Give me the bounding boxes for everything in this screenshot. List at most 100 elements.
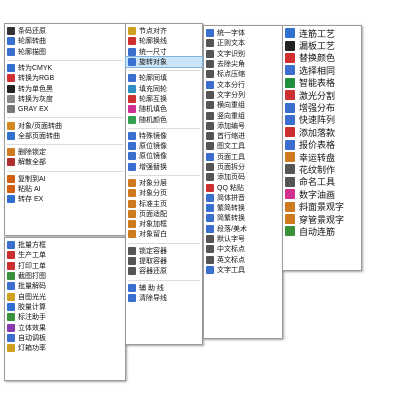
menu-item[interactable]: 删除锁定 [5, 147, 125, 157]
menu-item[interactable]: 增强分布 [283, 101, 361, 113]
menu-item[interactable]: 连筋工艺 [283, 27, 361, 39]
menu-item[interactable]: 页面工具 [204, 152, 282, 162]
menu-item[interactable]: 穿管景观字 [283, 213, 361, 225]
menu-item[interactable]: 原位镜像 [126, 141, 202, 151]
menu-item[interactable]: 特殊镜像 [126, 131, 202, 141]
menu-item[interactable]: 文字分列 [204, 90, 282, 100]
menu-item[interactable]: 自图光光 [5, 291, 125, 301]
menu-item[interactable]: 添加页码 [204, 172, 282, 182]
menu-item[interactable]: 打印工单 [5, 261, 125, 271]
menu-item[interactable]: 全部页面转曲 [5, 131, 125, 141]
menu-text: 统一字体 正则文本 文字识别 去除尖角 标点压缩 文本分行 文字分列 横向重组 竖向重组 添加编号… [203, 25, 283, 339]
menu-item[interactable]: 轮廓互换 [126, 94, 202, 104]
menu-item[interactable]: 转为CMYK [5, 63, 125, 73]
menu-item-label: 容器还原 [139, 268, 167, 276]
menu-item[interactable]: 转存 EX [5, 194, 125, 204]
menu-item[interactable]: 条码还原 [5, 26, 125, 36]
name-icon [285, 176, 295, 187]
menu-item[interactable]: 对象留白 [126, 229, 202, 239]
menu-item[interactable]: QQ 粘贴 [204, 182, 282, 192]
menu-item[interactable]: 段落/美术 [204, 224, 282, 234]
menu-item[interactable]: 文本分行 [204, 79, 282, 89]
menu-item[interactable]: 简体拼音 [204, 193, 282, 203]
order-icon [7, 251, 15, 260]
menu-item[interactable]: 页面拆分 [204, 162, 282, 172]
menu-item[interactable]: 粘贴 AI [5, 184, 125, 194]
menu-item[interactable]: 幸运转盘 [283, 151, 361, 163]
menu-item[interactable]: 激光分割 [283, 89, 361, 101]
menu-item[interactable]: 轮廓同填 [126, 73, 202, 83]
menu-item[interactable]: 选择相同 [283, 64, 361, 76]
menu-item[interactable]: 竖向重组 [204, 110, 282, 120]
menu-item[interactable]: 原位镜像 [126, 151, 202, 161]
menu-item[interactable]: 首行缩进 [204, 131, 282, 141]
menu-item[interactable]: 容器还原 [126, 266, 202, 276]
menu-item[interactable]: 辅 助 线 [126, 283, 202, 293]
menu-item[interactable]: 节点对齐 [126, 26, 202, 36]
menu-item[interactable]: 页面适配 [126, 209, 202, 219]
menu-item[interactable]: 中文标点 [204, 244, 282, 254]
menu-item[interactable]: 批量方框 [5, 240, 125, 250]
menu-item[interactable]: 填充同轮 [126, 83, 202, 93]
menu-item[interactable]: 灯箱功率 [5, 343, 125, 353]
menu-item[interactable]: 英文标点 [204, 255, 282, 265]
menu-item[interactable]: GRAY EX [5, 104, 125, 114]
menu-item[interactable]: 数字油画 [283, 188, 361, 200]
menu-item[interactable]: 胶量计算 [5, 302, 125, 312]
menu-item[interactable]: 添加落款 [283, 126, 361, 138]
menu-item[interactable]: 转换为RGB [5, 73, 125, 83]
menu-item-label: 命名工具 [299, 177, 336, 188]
menu-item[interactable]: 花纹制作 [283, 163, 361, 175]
menu-item[interactable]: 快速阵列 [283, 114, 361, 126]
menu-item[interactable]: 繁简转换 [204, 203, 282, 213]
menu-item[interactable]: 标注助手 [5, 312, 125, 322]
menu-item[interactable]: 简繁转换 [204, 213, 282, 223]
menu-item[interactable]: 统一字体 [204, 28, 282, 38]
print-icon [7, 261, 15, 270]
menu-item[interactable]: 对象分层 [126, 178, 202, 188]
menu-item[interactable]: 对象分页 [126, 188, 202, 198]
home-page-icon [128, 199, 136, 208]
menu-item[interactable]: 截图打图 [5, 271, 125, 281]
menu-item[interactable]: 文字识别 [204, 49, 282, 59]
menu-item[interactable]: 添加编号 [204, 121, 282, 131]
menu-item[interactable]: 标点压缩 [204, 69, 282, 79]
menu-item[interactable]: 去除尖角 [204, 59, 282, 69]
menu-item[interactable]: 清除导线 [126, 293, 202, 303]
menu-item[interactable]: 锁定容器 [126, 246, 202, 256]
menu-item[interactable]: 转换为灰度 [5, 94, 125, 104]
menu-item[interactable]: 对象加框 [126, 219, 202, 229]
menu-item[interactable]: 漏板工艺 [283, 39, 361, 51]
menu-item[interactable]: 正则文本 [204, 38, 282, 48]
menu-item[interactable]: 复制到AI [5, 174, 125, 184]
menu-item[interactable]: 随机颜色 [126, 114, 202, 124]
menu-item[interactable]: 增强替换 [126, 162, 202, 172]
menu-item[interactable]: 图文工具 [204, 141, 282, 151]
menu-item[interactable]: 轮廓描图 [5, 47, 125, 57]
menu-item[interactable]: 横向重组 [204, 100, 282, 110]
menu-item[interactable]: 解散全部 [5, 157, 125, 167]
menu-item[interactable]: 统一尺寸 [126, 47, 202, 57]
menu-item[interactable]: 斜面景观字 [283, 200, 361, 212]
menu-item[interactable]: 轮廓换线 [126, 36, 202, 46]
menu-item[interactable]: 轮廓转曲 [5, 36, 125, 46]
menu-item[interactable]: 随机填色 [126, 104, 202, 114]
menu-item[interactable]: 立体效果 [5, 322, 125, 332]
menu-item-label: 页面拆分 [217, 164, 245, 171]
menu-item[interactable]: 报价表格 [283, 139, 361, 151]
menu-item[interactable]: 默认字号 [204, 234, 282, 244]
menu-item[interactable]: 提取容器 [126, 256, 202, 266]
menu-item[interactable]: 生产工单 [5, 250, 125, 260]
menu-item[interactable]: 命名工具 [283, 176, 361, 188]
menu-item[interactable]: 标准主页 [126, 198, 202, 208]
menu-item[interactable]: 旋转对象 [125, 55, 203, 69]
menu-item[interactable]: 文字工具 [204, 265, 282, 275]
menu-item[interactable]: 批量解码 [5, 281, 125, 291]
menu-item[interactable]: 自动连筋 [283, 225, 361, 237]
menu-item[interactable]: 替换颜色 [283, 52, 361, 64]
menu-item[interactable]: 智能表格 [283, 77, 361, 89]
menu-item[interactable]: 自动调板 [5, 333, 125, 343]
menu-item-label: 选择相同 [299, 65, 336, 76]
menu-item[interactable]: 对象/页面转曲 [5, 120, 125, 130]
menu-item[interactable]: 转为单色黑 [5, 83, 125, 93]
